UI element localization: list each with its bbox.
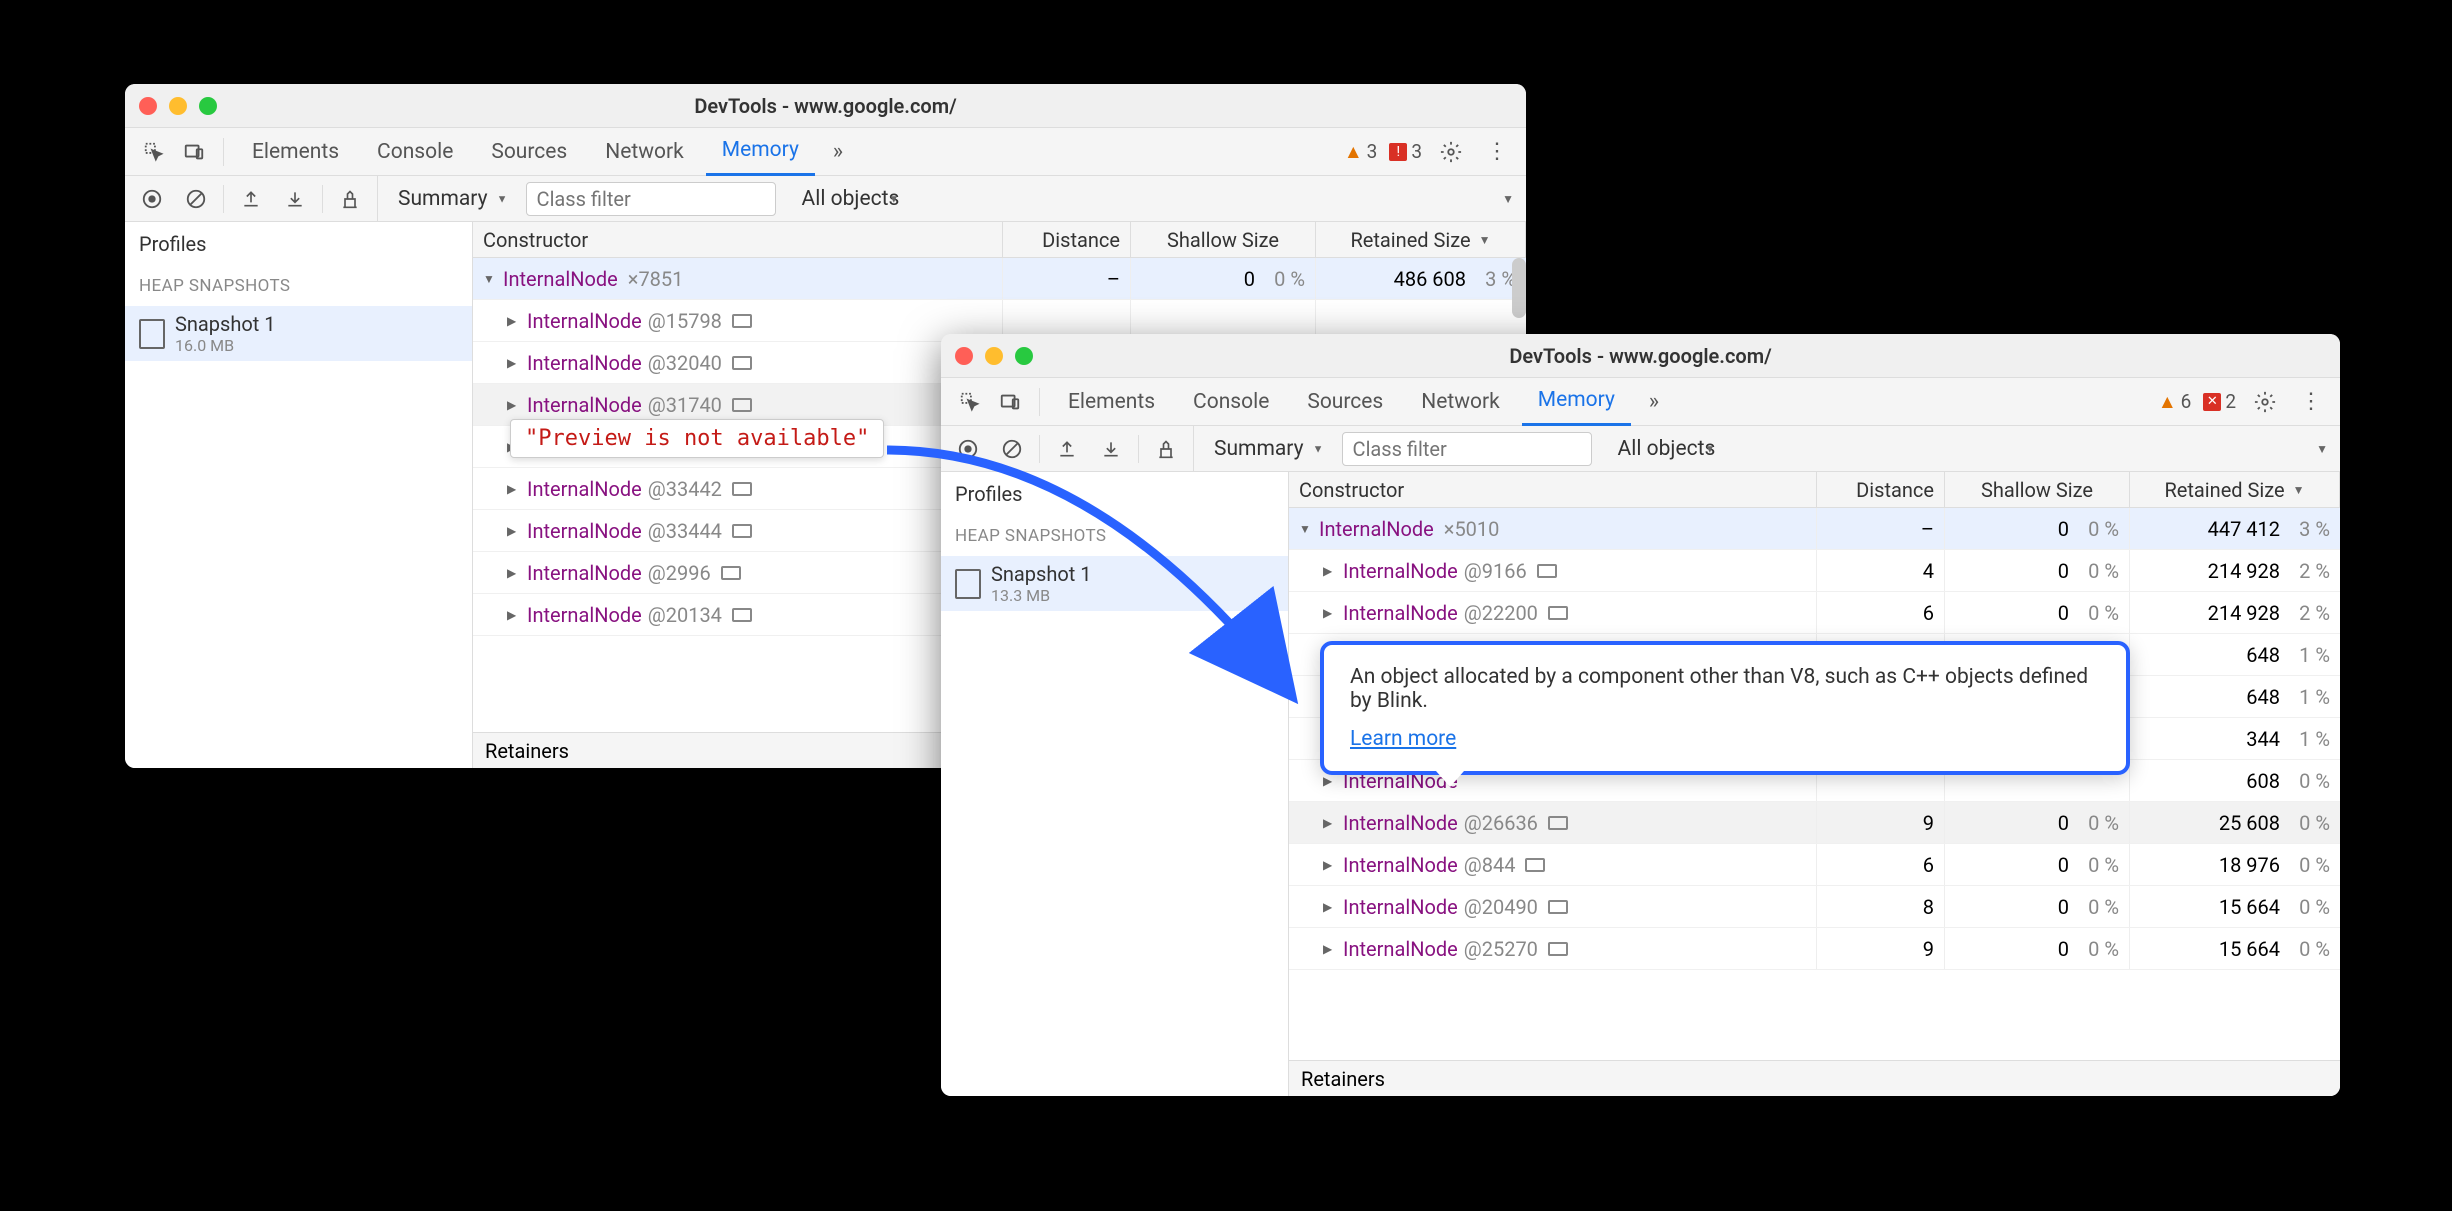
more-tabs-icon[interactable]: »: [821, 135, 855, 169]
snapshot-name: Snapshot 1: [991, 562, 1092, 586]
traffic-lights: [139, 97, 217, 115]
heap-snapshots-section: HEAP SNAPSHOTS: [941, 516, 1288, 556]
close-icon[interactable]: [955, 347, 973, 365]
constructor-group-row[interactable]: ▼InternalNode×7851 – 00 % 486 6083 %: [473, 258, 1526, 300]
inspect-icon[interactable]: [953, 385, 987, 419]
table-row[interactable]: ▶InternalNode @25270 900 %15 6640 %: [1289, 928, 2340, 970]
tab-sources[interactable]: Sources: [475, 128, 583, 176]
table-header: Constructor Distance Shallow Size Retain…: [1289, 472, 2340, 508]
titlebar[interactable]: DevTools - www.google.com/: [941, 334, 2340, 378]
upload-icon[interactable]: [234, 182, 268, 216]
class-filter-input[interactable]: [526, 182, 776, 216]
clear-icon[interactable]: [179, 182, 213, 216]
tab-bar: Elements Console Sources Network Memory …: [125, 128, 1526, 176]
download-icon[interactable]: [1094, 432, 1128, 466]
col-shallow[interactable]: Shallow Size: [1131, 222, 1316, 257]
snapshot-icon: [139, 319, 165, 349]
tab-memory[interactable]: Memory: [1522, 378, 1631, 426]
gc-icon[interactable]: [1149, 432, 1183, 466]
heap-snapshots-section: HEAP SNAPSHOTS: [125, 266, 472, 306]
profiles-heading: Profiles: [941, 472, 1288, 516]
col-retained[interactable]: Retained Size▼: [1316, 222, 1526, 257]
view-dropdown[interactable]: Summary: [1206, 433, 1328, 465]
tab-console[interactable]: Console: [1177, 378, 1285, 426]
tab-console[interactable]: Console: [361, 128, 469, 176]
chevron-down-icon[interactable]: ▼: [2316, 442, 2328, 456]
objects-dropdown[interactable]: All objects: [794, 183, 904, 215]
error-badge[interactable]: !3: [1389, 140, 1422, 163]
close-icon[interactable]: [139, 97, 157, 115]
snapshot-name: Snapshot 1: [175, 312, 276, 336]
scrollbar[interactable]: [1512, 258, 1526, 318]
memory-toolbar: Summary All objects ▼: [941, 426, 2340, 472]
warning-badge[interactable]: ▲6: [2158, 390, 2192, 414]
titlebar[interactable]: DevTools - www.google.com/: [125, 84, 1526, 128]
col-retained[interactable]: Retained Size▼: [2130, 472, 2340, 507]
tooltip-text: An object allocated by a component other…: [1350, 665, 2100, 713]
table-row[interactable]: ▶InternalNode @22200 600 %214 9282 %: [1289, 592, 2340, 634]
tab-network[interactable]: Network: [1405, 378, 1516, 426]
snapshot-item[interactable]: Snapshot 1 16.0 MB: [125, 306, 472, 361]
warning-badge[interactable]: ▲3: [1344, 140, 1378, 164]
constructor-group-row[interactable]: ▼InternalNode×5010 – 00 % 447 4123 %: [1289, 508, 2340, 550]
learn-more-link[interactable]: Learn more: [1350, 727, 1456, 751]
table-row[interactable]: ▶InternalNode @9166 400 %214 9282 %: [1289, 550, 2340, 592]
snapshot-size: 16.0 MB: [175, 336, 276, 355]
upload-icon[interactable]: [1050, 432, 1084, 466]
col-constructor[interactable]: Constructor: [473, 222, 1003, 257]
inspect-icon[interactable]: [137, 135, 171, 169]
record-icon[interactable]: [951, 432, 985, 466]
gc-icon[interactable]: [333, 182, 367, 216]
settings-icon[interactable]: [1434, 135, 1468, 169]
download-icon[interactable]: [278, 182, 312, 216]
chevron-down-icon[interactable]: ▼: [1502, 192, 1514, 206]
kebab-icon[interactable]: ⋮: [1480, 135, 1514, 169]
minimize-icon[interactable]: [169, 97, 187, 115]
tab-sources[interactable]: Sources: [1291, 378, 1399, 426]
info-tooltip: An object allocated by a component other…: [1320, 641, 2130, 775]
record-icon[interactable]: [135, 182, 169, 216]
objects-dropdown[interactable]: All objects: [1610, 433, 1720, 465]
sidebar: Profiles HEAP SNAPSHOTS Snapshot 1 16.0 …: [125, 222, 473, 768]
col-distance[interactable]: Distance: [1817, 472, 1945, 507]
tab-network[interactable]: Network: [589, 128, 700, 176]
clear-icon[interactable]: [995, 432, 1029, 466]
tab-memory[interactable]: Memory: [706, 128, 815, 176]
device-toggle-icon[interactable]: [993, 385, 1027, 419]
retainers-heading[interactable]: Retainers: [1289, 1060, 2340, 1096]
traffic-lights: [955, 347, 1033, 365]
maximize-icon[interactable]: [1015, 347, 1033, 365]
col-constructor[interactable]: Constructor: [1289, 472, 1817, 507]
snapshot-size: 13.3 MB: [991, 586, 1092, 605]
profiles-heading: Profiles: [125, 222, 472, 266]
memory-toolbar: Summary All objects ▼: [125, 176, 1526, 222]
minimize-icon[interactable]: [985, 347, 1003, 365]
device-toggle-icon[interactable]: [177, 135, 211, 169]
table-header: Constructor Distance Shallow Size Retain…: [473, 222, 1526, 258]
window-title: DevTools - www.google.com/: [941, 344, 2340, 368]
col-distance[interactable]: Distance: [1003, 222, 1131, 257]
tab-elements[interactable]: Elements: [236, 128, 355, 176]
tab-bar: Elements Console Sources Network Memory …: [941, 378, 2340, 426]
error-badge[interactable]: ✕2: [2203, 390, 2236, 413]
window-title: DevTools - www.google.com/: [125, 94, 1526, 118]
table-row[interactable]: ▶InternalNode @26636 900 %25 6080 %: [1289, 802, 2340, 844]
settings-icon[interactable]: [2248, 385, 2282, 419]
kebab-icon[interactable]: ⋮: [2294, 385, 2328, 419]
more-tabs-icon[interactable]: »: [1637, 385, 1671, 419]
col-shallow[interactable]: Shallow Size: [1945, 472, 2130, 507]
tab-elements[interactable]: Elements: [1052, 378, 1171, 426]
table-row[interactable]: ▶InternalNode @844 600 %18 9760 %: [1289, 844, 2340, 886]
snapshot-item[interactable]: Snapshot 1 13.3 MB: [941, 556, 1288, 611]
view-dropdown[interactable]: Summary: [390, 183, 512, 215]
table-row[interactable]: ▶InternalNode @20490 800 %15 6640 %: [1289, 886, 2340, 928]
snapshot-icon: [955, 569, 981, 599]
sidebar: Profiles HEAP SNAPSHOTS Snapshot 1 13.3 …: [941, 472, 1289, 1096]
class-filter-input[interactable]: [1342, 432, 1592, 466]
preview-popover: "Preview is not available": [510, 419, 884, 458]
maximize-icon[interactable]: [199, 97, 217, 115]
